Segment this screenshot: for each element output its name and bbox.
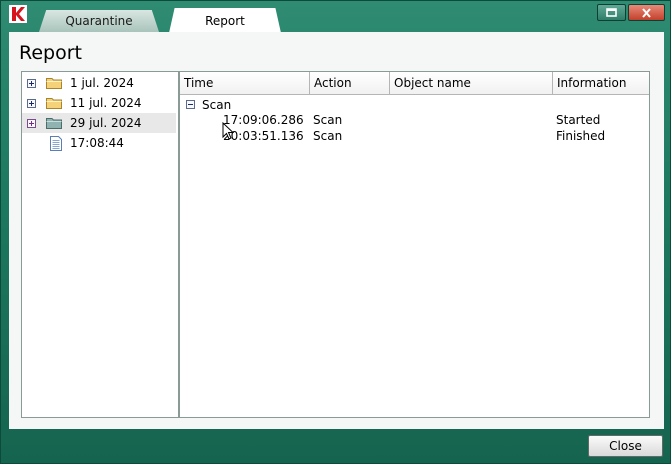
events-table[interactable]: Time Action Object name Information Scan… bbox=[179, 71, 650, 418]
column-header-label: Action bbox=[314, 76, 352, 90]
expand-icon[interactable] bbox=[27, 98, 36, 108]
column-header-label: Information bbox=[557, 76, 627, 90]
folder-icon bbox=[46, 78, 62, 89]
tab-report-label: Report bbox=[205, 13, 245, 28]
tree-item-label: 17:08:44 bbox=[70, 136, 124, 150]
column-header-action[interactable]: Action bbox=[310, 72, 390, 95]
close-icon bbox=[642, 7, 651, 18]
report-content: Report 1 jul. 2024 11 jul. 2024 29 jul. … bbox=[9, 32, 664, 429]
tree-item-label: 1 jul. 2024 bbox=[70, 76, 134, 90]
group-row-scan[interactable]: Scan bbox=[186, 96, 231, 113]
document-icon bbox=[50, 135, 62, 151]
expand-icon[interactable] bbox=[27, 78, 36, 88]
kaspersky-k-icon bbox=[9, 5, 27, 23]
collapse-icon[interactable] bbox=[186, 100, 195, 109]
date-tree[interactable]: 1 jul. 2024 11 jul. 2024 29 jul. 2024 17… bbox=[21, 71, 179, 418]
tree-item-selected[interactable]: 29 jul. 2024 bbox=[22, 113, 176, 133]
close-button-label: Close bbox=[609, 439, 642, 453]
cell-information: Started bbox=[556, 113, 601, 127]
tree-item[interactable]: 11 jul. 2024 bbox=[22, 93, 176, 113]
column-header-time[interactable]: Time bbox=[180, 72, 310, 95]
group-label: Scan bbox=[202, 97, 232, 112]
tree-item[interactable]: 1 jul. 2024 bbox=[22, 73, 176, 93]
cell-action: Scan bbox=[313, 113, 343, 127]
close-button[interactable]: Close bbox=[588, 435, 663, 457]
expand-icon[interactable] bbox=[27, 118, 36, 128]
column-header-information[interactable]: Information bbox=[553, 72, 649, 95]
window-close-button[interactable] bbox=[628, 4, 665, 21]
column-header-label: Object name bbox=[394, 76, 471, 90]
tab-quarantine[interactable]: Quarantine bbox=[39, 10, 159, 32]
column-header-object-name[interactable]: Object name bbox=[390, 72, 553, 95]
restore-icon bbox=[606, 8, 617, 17]
tree-item-label: 11 jul. 2024 bbox=[70, 96, 142, 110]
tree-item[interactable]: 17:08:44 bbox=[22, 133, 176, 153]
column-header-label: Time bbox=[184, 76, 214, 90]
folder-icon bbox=[46, 118, 62, 129]
tab-report[interactable]: Report bbox=[169, 8, 281, 33]
restore-button[interactable] bbox=[597, 4, 626, 21]
folder-icon bbox=[46, 98, 62, 109]
cell-action: Scan bbox=[313, 129, 343, 143]
cell-information: Finished bbox=[556, 129, 606, 143]
tab-quarantine-label: Quarantine bbox=[65, 14, 133, 28]
tree-item-label: 29 jul. 2024 bbox=[70, 116, 142, 130]
mouse-pointer-icon bbox=[222, 122, 235, 140]
app-window: Quarantine Report Report 1 jul. 2024 11 … bbox=[0, 0, 671, 464]
page-title: Report bbox=[19, 42, 82, 64]
